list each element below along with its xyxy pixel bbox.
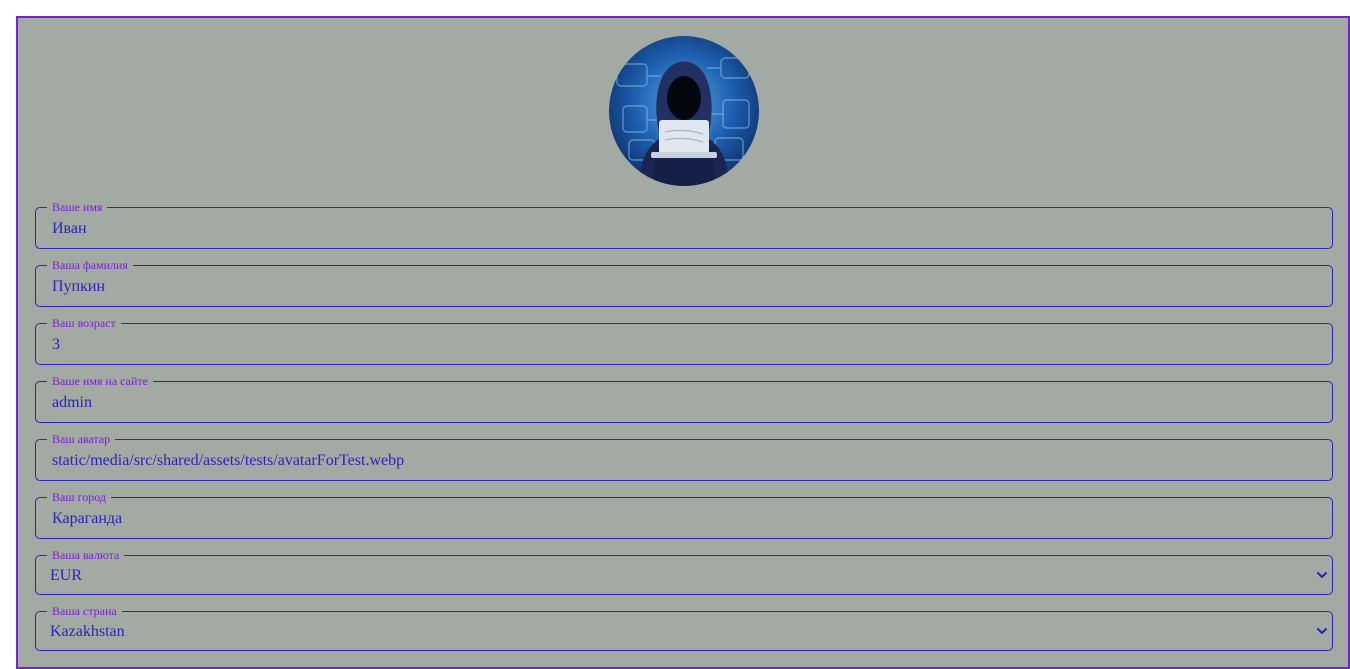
chevron-down-icon[interactable]	[1316, 569, 1328, 581]
avatar-url-value[interactable]: static/media/src/shared/assets/tests/ava…	[52, 451, 404, 471]
country-value[interactable]: Kazakhstan	[50, 622, 125, 642]
currency-value[interactable]: EUR	[50, 566, 82, 586]
profile-card: Ваше имя Иван Ваша фамилия Пупкин Ваш во…	[16, 16, 1350, 669]
first-name-value[interactable]: Иван	[52, 219, 87, 239]
last-name-value[interactable]: Пупкин	[52, 277, 105, 297]
country-label: Ваша страна	[47, 604, 122, 618]
age-field[interactable]: Ваш возраст 3	[35, 316, 1333, 365]
city-field[interactable]: Ваш город Караганда	[35, 490, 1333, 539]
username-value[interactable]: admin	[52, 393, 92, 413]
currency-label: Ваша валюта	[47, 548, 125, 562]
avatar-url-label: Ваш аватар	[47, 432, 116, 446]
username-field[interactable]: Ваше имя на сайте admin	[35, 374, 1333, 423]
avatar	[609, 36, 759, 186]
username-label: Ваше имя на сайте	[47, 374, 153, 388]
hooded-hacker-avatar-icon	[609, 36, 759, 186]
age-value[interactable]: 3	[52, 335, 60, 355]
last-name-field[interactable]: Ваша фамилия Пупкин	[35, 258, 1333, 307]
age-label: Ваш возраст	[47, 316, 121, 330]
chevron-down-icon[interactable]	[1316, 625, 1328, 637]
avatar-url-field[interactable]: Ваш аватар static/media/src/shared/asset…	[35, 432, 1333, 481]
last-name-label: Ваша фамилия	[47, 258, 133, 272]
city-label: Ваш город	[47, 490, 111, 504]
first-name-field[interactable]: Ваше имя Иван	[35, 200, 1333, 249]
country-select[interactable]: Ваша страна Kazakhstan	[35, 604, 1333, 651]
city-value[interactable]: Караганда	[52, 509, 122, 529]
first-name-label: Ваше имя	[47, 200, 108, 214]
currency-select[interactable]: Ваша валюта EUR	[35, 548, 1333, 595]
